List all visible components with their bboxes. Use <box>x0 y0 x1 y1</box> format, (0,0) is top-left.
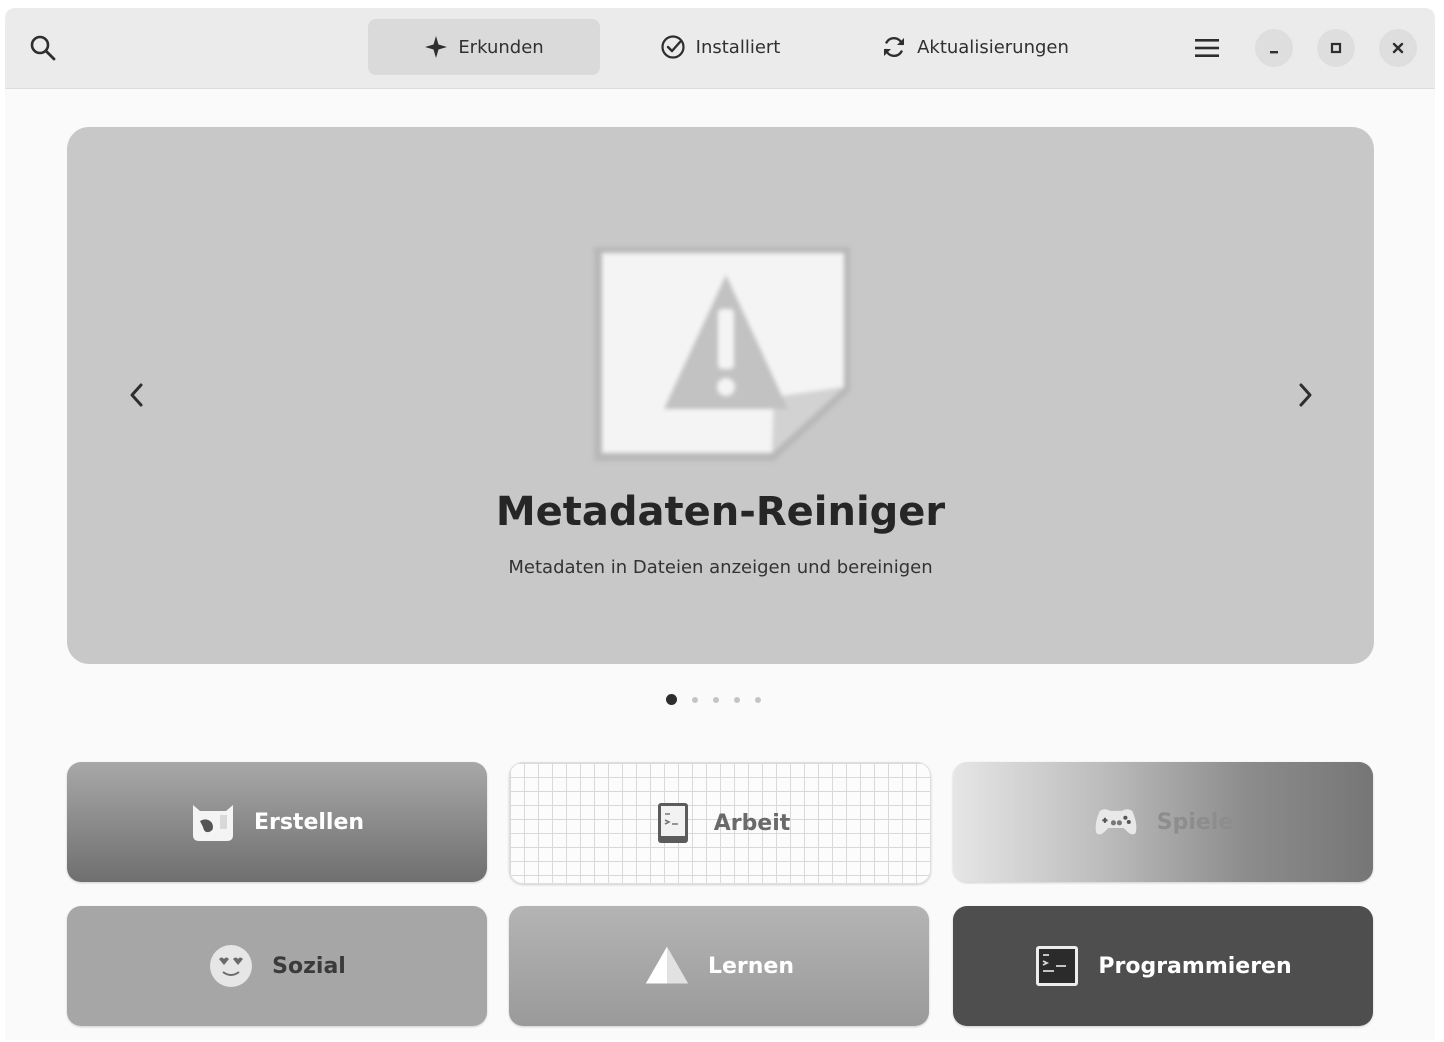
category-create-label: Erstellen <box>253 809 365 835</box>
chevron-right-icon <box>1299 383 1312 407</box>
metadata-cleaner-app-icon <box>594 247 850 461</box>
search-button[interactable] <box>23 28 63 68</box>
category-learn-label: Lernen <box>707 953 795 979</box>
category-social-label: Sozial <box>272 953 346 979</box>
maximize-button[interactable] <box>1317 29 1355 67</box>
search-icon <box>30 35 56 61</box>
category-learn-button[interactable]: Lernen <box>509 906 929 1026</box>
carousel-dot[interactable] <box>666 694 677 705</box>
software-window: Erkunden Installiert Aktualisierungen Me… <box>5 8 1435 1040</box>
tab-explore[interactable]: Erkunden <box>368 19 600 75</box>
terminal-icon <box>1034 943 1080 989</box>
carousel-dot[interactable] <box>734 696 740 703</box>
carousel-dot[interactable] <box>713 696 719 703</box>
tab-installed[interactable]: Installiert <box>600 19 840 75</box>
check-circle-icon <box>661 35 685 59</box>
create-icon <box>190 799 236 845</box>
featured-app-title: Metadaten-Reiniger <box>495 489 946 535</box>
carousel-indicator <box>666 694 761 705</box>
category-work-button[interactable]: Arbeit <box>509 762 931 884</box>
close-button[interactable] <box>1379 29 1417 67</box>
tab-updates[interactable]: Aktualisierungen <box>840 19 1110 75</box>
category-social-button[interactable]: Sozial <box>67 906 487 1026</box>
category-games-label: Spiele <box>1156 809 1234 835</box>
minimize-button[interactable] <box>1255 29 1293 67</box>
social-icon <box>208 943 254 989</box>
tab-updates-label: Aktualisierungen <box>917 36 1069 58</box>
work-icon <box>650 800 696 846</box>
category-programming-label: Programmieren <box>1098 953 1292 979</box>
carousel-dot[interactable] <box>755 696 761 703</box>
minimize-icon <box>1270 51 1278 54</box>
close-icon <box>1392 42 1404 54</box>
view-switcher: Erkunden Installiert Aktualisierungen <box>368 19 1110 75</box>
category-work-label: Arbeit <box>713 810 791 836</box>
featured-app-banner[interactable]: Metadaten-Reiniger Metadaten in Dateien … <box>67 127 1374 664</box>
header-bar: Erkunden Installiert Aktualisierungen <box>5 8 1435 89</box>
category-create-button[interactable]: Erstellen <box>67 762 487 882</box>
main-menu-button[interactable] <box>1187 30 1227 66</box>
chevron-left-icon <box>130 383 143 407</box>
category-programming-button[interactable]: Programmieren <box>953 906 1373 1026</box>
tab-installed-label: Installiert <box>695 36 781 58</box>
explore-icon <box>425 36 448 58</box>
games-icon <box>1093 799 1139 845</box>
carousel-dot[interactable] <box>692 696 698 703</box>
featured-app-subtitle: Metadaten in Dateien anzeigen und berein… <box>508 557 933 578</box>
previous-slide-button[interactable] <box>117 375 157 415</box>
tab-explore-label: Erkunden <box>458 36 544 58</box>
hamburger-menu-icon <box>1195 39 1219 57</box>
learn-icon <box>644 943 690 989</box>
maximize-icon <box>1330 42 1342 54</box>
refresh-icon <box>884 36 905 58</box>
next-slide-button[interactable] <box>1285 375 1325 415</box>
category-games-button[interactable]: Spiele <box>953 762 1373 882</box>
